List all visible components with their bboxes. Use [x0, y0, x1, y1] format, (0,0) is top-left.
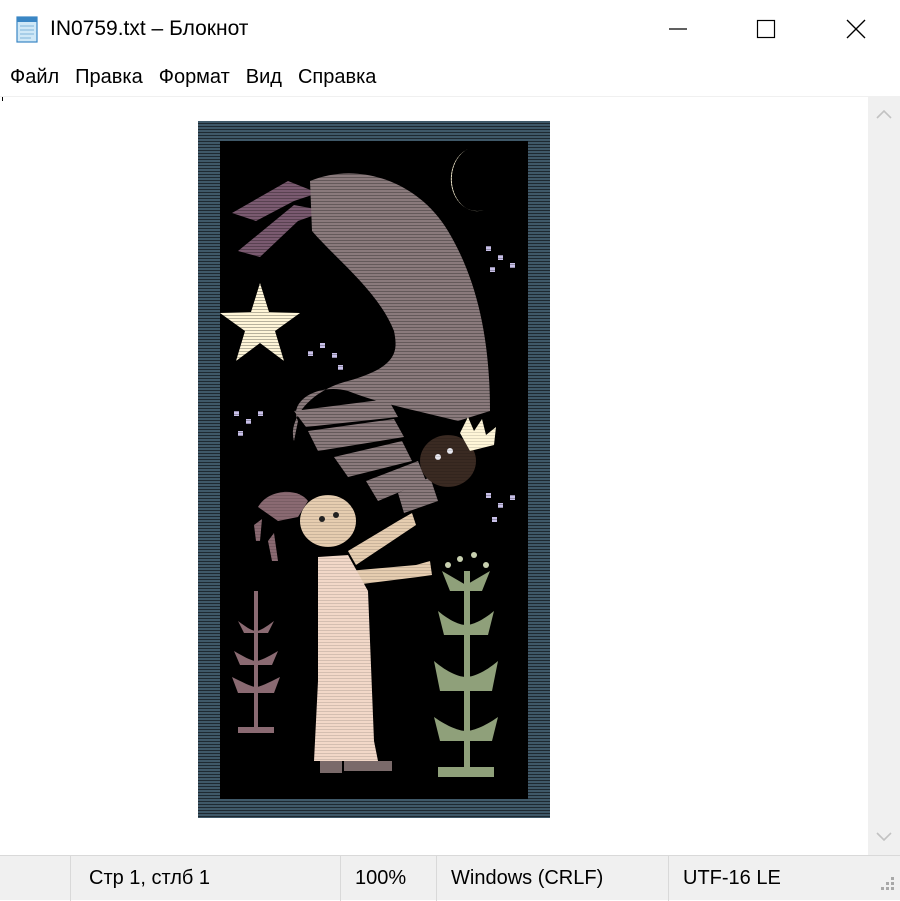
window-title: IN0759.txt – Блокнот	[50, 17, 249, 40]
chevron-down-icon	[876, 832, 892, 842]
menu-help[interactable]: Справка	[290, 60, 384, 94]
text-editor-area[interactable]	[0, 96, 868, 855]
menu-edit[interactable]: Правка	[67, 60, 151, 94]
status-encoding: UTF-16 LE	[668, 856, 868, 901]
resize-grip-icon[interactable]	[876, 868, 896, 894]
menu-format[interactable]: Формат	[151, 60, 238, 94]
status-cursor-position: Стр 1, стлб 1	[70, 856, 340, 901]
maximize-button[interactable]	[720, 0, 812, 58]
maximize-icon	[756, 19, 776, 39]
scroll-up-button[interactable]	[868, 96, 900, 132]
status-line-ending: Windows (CRLF)	[436, 856, 668, 901]
status-bar: Стр 1, стлб 1 100% Windows (CRLF) UTF-16…	[0, 855, 900, 901]
notepad-icon	[16, 16, 38, 43]
close-button[interactable]	[810, 0, 900, 58]
scroll-down-button[interactable]	[868, 819, 900, 855]
menu-bar: Файл Правка Формат Вид Справка	[0, 58, 900, 96]
status-empty-cell	[0, 856, 70, 901]
menu-file[interactable]: Файл	[2, 60, 67, 94]
title-bar[interactable]: IN0759.txt – Блокнот	[0, 0, 900, 58]
chevron-up-icon	[876, 109, 892, 119]
close-icon	[846, 19, 866, 39]
minimize-icon	[669, 28, 687, 30]
vertical-scrollbar[interactable]	[868, 96, 900, 855]
text-caret	[2, 97, 3, 101]
status-zoom: 100%	[340, 856, 436, 901]
menu-view[interactable]: Вид	[238, 60, 290, 94]
notepad-window: IN0759.txt – Блокнот Файл Правка Формат …	[0, 0, 900, 901]
ascii-art-image	[198, 121, 550, 818]
minimize-button[interactable]	[632, 0, 724, 58]
